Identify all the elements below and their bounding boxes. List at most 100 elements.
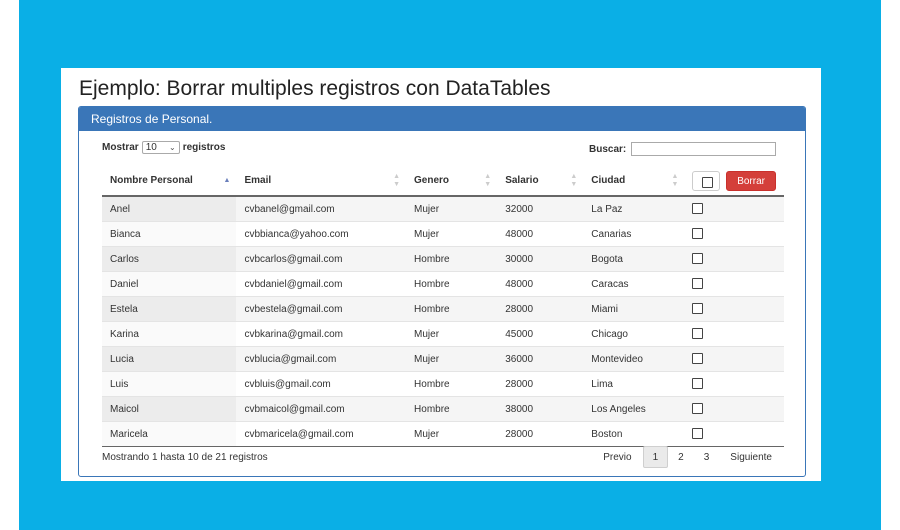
cell-salario: 28000 (497, 371, 584, 397)
column-header-nombre[interactable]: Nombre Personal ▲ (102, 166, 237, 197)
cell-salario: 28000 (497, 296, 584, 322)
content-card: Ejemplo: Borrar multiples registros con … (61, 68, 821, 481)
cell-nombre: Maicol (102, 396, 237, 422)
cell-select (684, 195, 784, 222)
previous-page-button[interactable]: Previo (592, 446, 642, 468)
cell-nombre: Lucia (102, 346, 237, 372)
length-control: Mostrar 10 ⌄ registros (102, 141, 225, 154)
cell-email: cvbkarina@gmail.com (236, 321, 407, 347)
column-label: Email (244, 175, 272, 186)
cell-email: cvbdaniel@gmail.com (236, 271, 407, 297)
cell-genero: Hombre (406, 396, 498, 422)
cell-ciudad: Bogota (583, 246, 685, 272)
page-title: Ejemplo: Borrar multiples registros con … (79, 77, 551, 100)
cell-genero: Hombre (406, 271, 498, 297)
cell-genero: Hombre (406, 371, 498, 397)
page-button-1[interactable]: 1 (642, 446, 669, 468)
cell-nombre: Bianca (102, 221, 237, 247)
search-label: Buscar: (589, 143, 627, 155)
row-checkbox[interactable] (692, 253, 704, 265)
row-checkbox[interactable] (692, 228, 704, 240)
cell-salario: 48000 (497, 271, 584, 297)
cell-select (684, 321, 784, 347)
search-input[interactable] (631, 142, 777, 156)
cell-genero: Mujer (406, 221, 498, 247)
column-header-salario[interactable]: Salario ▲ ▼ (497, 166, 584, 197)
column-label: Salario (505, 175, 539, 186)
column-label: Nombre Personal (110, 175, 193, 186)
sort-icon: ▲ ▼ (484, 172, 492, 188)
cell-email: cvbcarlos@gmail.com (236, 246, 407, 272)
cell-salario: 32000 (497, 195, 584, 222)
cell-ciudad: Los Angeles (583, 396, 685, 422)
pagination: Previo 1 2 3 Siguiente (592, 446, 783, 468)
cell-genero: Mujer (406, 321, 498, 347)
page-button-2[interactable]: 2 (668, 446, 694, 468)
sort-icon: ▲ ▼ (671, 172, 679, 188)
column-header-email[interactable]: Email ▲ ▼ (236, 166, 407, 197)
cell-email: cvbbianca@yahoo.com (236, 221, 407, 247)
cell-nombre: Luis (102, 371, 237, 397)
row-checkbox[interactable] (692, 378, 704, 390)
cell-ciudad: Caracas (583, 271, 685, 297)
records-table: Nombre Personal ▲ Email ▲ ▼ Genero ▲ ▼ Sal… (102, 166, 784, 447)
cell-select (684, 396, 784, 422)
search-control: Buscar: (589, 142, 777, 156)
records-panel: Registros de Personal. Mostrar 10 ⌄ regi… (78, 106, 806, 477)
sort-icon: ▲ ▼ (570, 172, 578, 188)
row-checkbox[interactable] (692, 203, 704, 215)
panel-heading: Registros de Personal. (79, 107, 805, 131)
cell-genero: Mujer (406, 346, 498, 372)
cell-email: cvbestela@gmail.com (236, 296, 407, 322)
table-row: Estela cvbestela@gmail.com Hombre 28000 … (102, 296, 784, 322)
row-checkbox[interactable] (692, 328, 704, 340)
cell-select (684, 221, 784, 247)
row-checkbox[interactable] (692, 403, 704, 415)
delete-button[interactable]: Borrar (726, 170, 776, 191)
row-checkbox[interactable] (692, 278, 704, 290)
cell-salario: 28000 (497, 421, 584, 447)
table-row: Karina cvbkarina@gmail.com Mujer 45000 C… (102, 321, 784, 347)
cell-nombre: Estela (102, 296, 237, 322)
column-header-genero[interactable]: Genero ▲ ▼ (406, 166, 498, 197)
cell-genero: Mujer (406, 421, 498, 447)
column-header-ciudad[interactable]: Ciudad ▲ ▼ (583, 166, 685, 197)
cell-nombre: Maricela (102, 421, 237, 447)
table-info: Mostrando 1 hasta 10 de 21 registros (102, 452, 268, 463)
sort-icon: ▲ ▼ (393, 172, 401, 188)
row-checkbox[interactable] (692, 303, 704, 315)
chevron-down-icon: ⌄ (168, 143, 176, 152)
cell-ciudad: Boston (583, 421, 685, 447)
table-row: Daniel cvbdaniel@gmail.com Hombre 48000 … (102, 271, 784, 297)
checkbox-icon (702, 176, 714, 188)
cell-nombre: Carlos (102, 246, 237, 272)
cell-nombre: Daniel (102, 271, 237, 297)
table-row: Carlos cvbcarlos@gmail.com Hombre 30000 … (102, 246, 784, 272)
next-page-button[interactable]: Siguiente (719, 446, 783, 468)
table-header-row: Nombre Personal ▲ Email ▲ ▼ Genero ▲ ▼ Sal… (102, 166, 784, 197)
cell-salario: 30000 (497, 246, 584, 272)
cell-email: cvbluis@gmail.com (236, 371, 407, 397)
table-row: Maricela cvbmaricela@gmail.com Mujer 280… (102, 421, 784, 447)
cell-select (684, 346, 784, 372)
cell-genero: Mujer (406, 195, 498, 222)
column-label: Genero (414, 175, 450, 186)
row-checkbox[interactable] (692, 353, 704, 365)
table-row: Anel cvbanel@gmail.com Mujer 32000 La Pa… (102, 195, 784, 222)
column-header-actions: Borrar (684, 166, 784, 197)
cell-genero: Hombre (406, 296, 498, 322)
page-length-select[interactable]: 10 ⌄ (141, 141, 180, 154)
page-button-3[interactable]: 3 (694, 446, 720, 468)
cell-ciudad: La Paz (583, 195, 685, 222)
cell-email: cvbmaicol@gmail.com (236, 396, 407, 422)
cell-nombre: Anel (102, 195, 237, 222)
cell-email: cvblucia@gmail.com (236, 346, 407, 372)
cell-email: cvbmaricela@gmail.com (236, 421, 407, 447)
table-row: Luis cvbluis@gmail.com Hombre 28000 Lima (102, 371, 784, 397)
table-row: Lucia cvblucia@gmail.com Mujer 36000 Mon… (102, 346, 784, 372)
select-all-checkbox[interactable] (692, 170, 721, 191)
cell-email: cvbanel@gmail.com (236, 195, 407, 222)
page-length-value: 10 (145, 142, 157, 153)
row-checkbox[interactable] (692, 428, 704, 440)
table-row: Maicol cvbmaicol@gmail.com Hombre 38000 … (102, 396, 784, 422)
